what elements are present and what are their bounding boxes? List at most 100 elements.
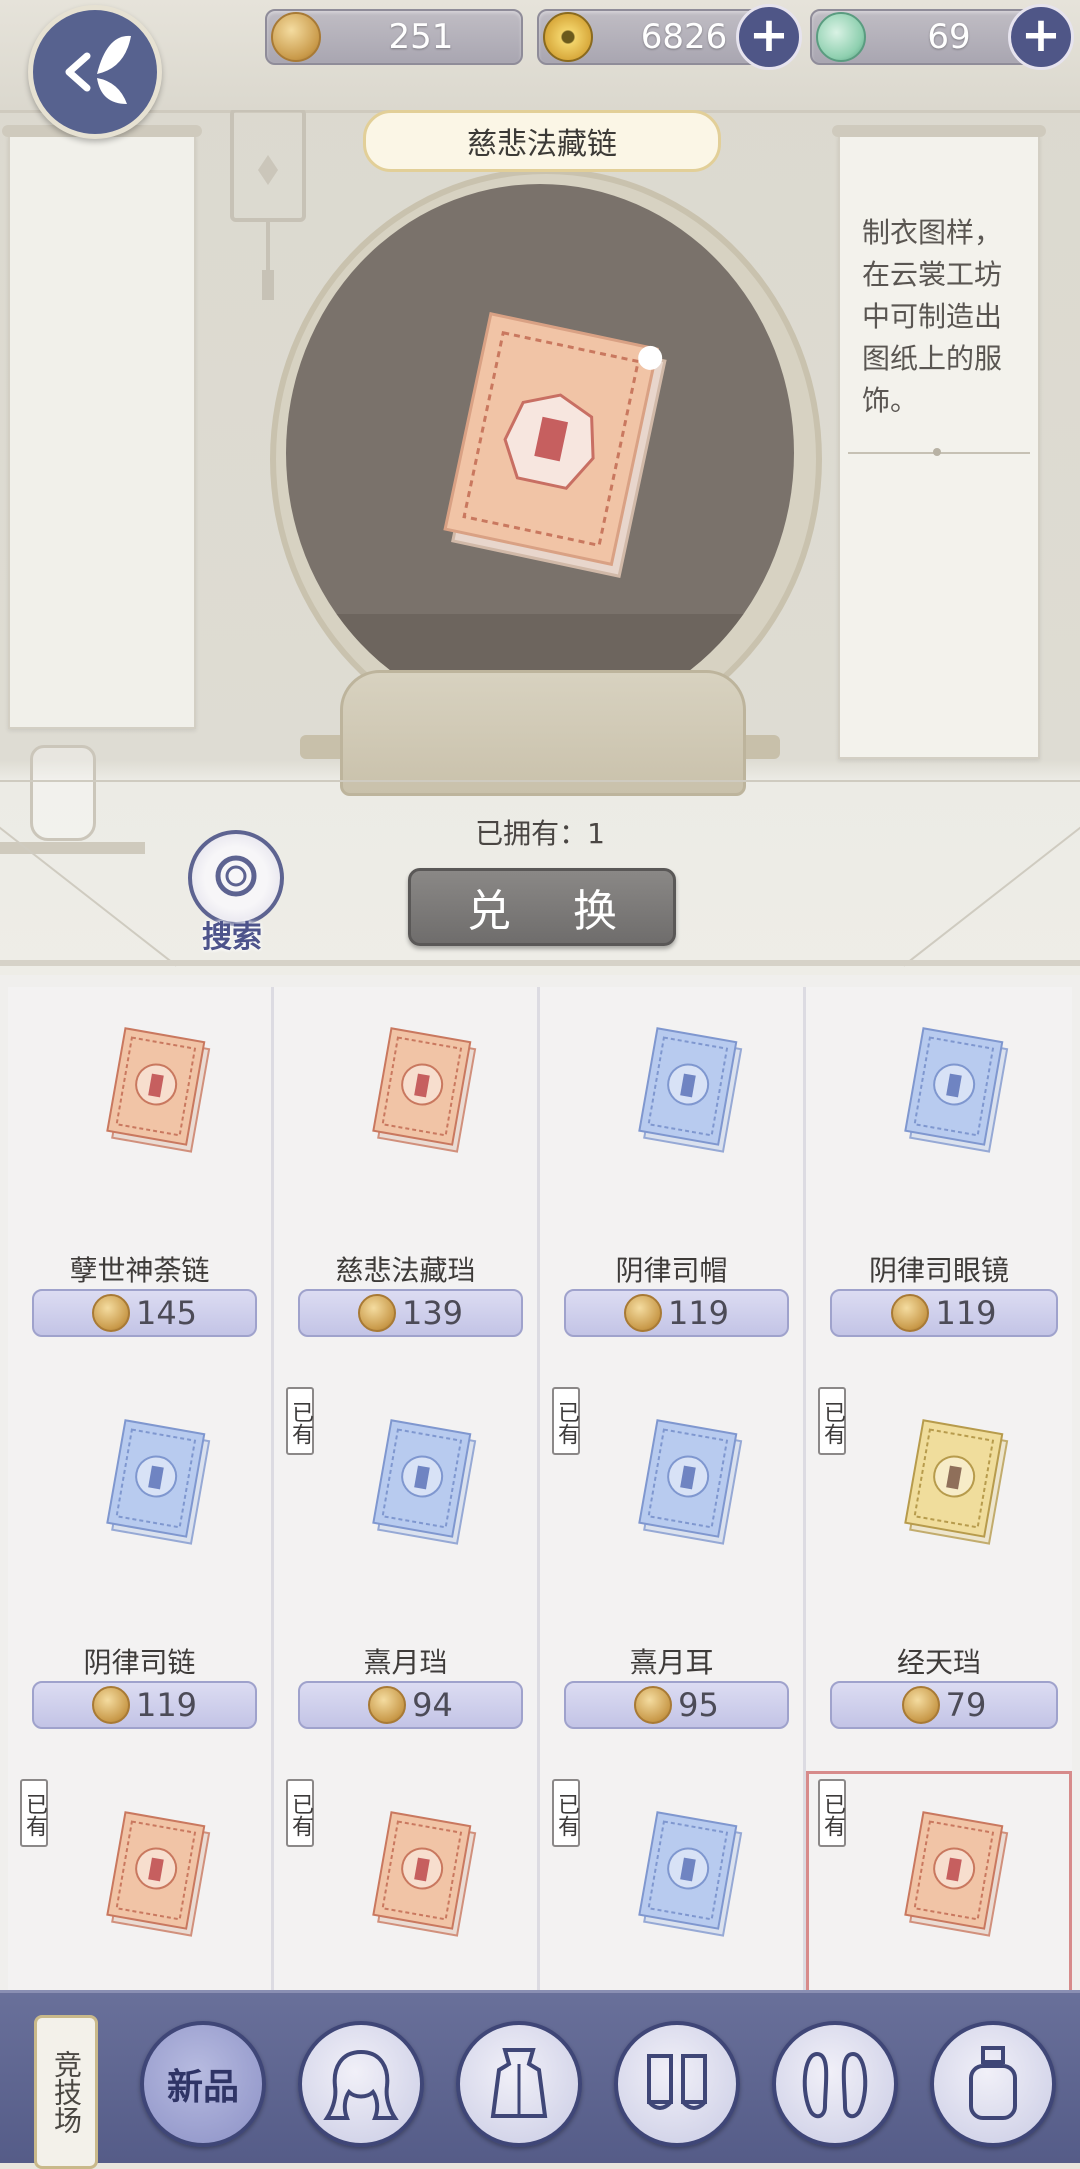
item-price: 139 [401, 1294, 464, 1332]
item-title: 慈悲法藏链 [467, 127, 617, 162]
price-bar: 119 [830, 1289, 1058, 1337]
back-butterfly-icon [65, 35, 131, 104]
left-scroll-decoration [2, 125, 202, 729]
pattern-icon [372, 1811, 477, 1937]
item-price: 94 [412, 1686, 453, 1724]
item-cell[interactable]: 阴律司眼镜 119 [806, 987, 1072, 1379]
item-cell[interactable]: 已有 熹月珰 94 [274, 1379, 540, 1771]
pattern-icon [106, 1419, 211, 1545]
price-bar: 145 [32, 1289, 257, 1337]
coin-icon [357, 1294, 396, 1332]
pattern-icon [106, 1811, 211, 1937]
pattern-icon [372, 1419, 477, 1545]
item-name: 阴律司帽 [615, 1254, 728, 1287]
owned-tag: 已有 [552, 1779, 580, 1847]
bottom-nav: 竞技场 新品 [0, 1990, 1080, 2169]
price-bar: 95 [564, 1681, 789, 1729]
item-name: 经天珰 [896, 1646, 981, 1679]
item-cell[interactable]: 已有 [540, 1771, 806, 1990]
item-price: 119 [667, 1294, 730, 1332]
item-title-plate: 慈悲法藏链 [363, 110, 721, 172]
exchange-label: 兑 换 [467, 886, 641, 937]
search-label: 搜索 [202, 920, 262, 955]
price-bar: 94 [298, 1681, 523, 1729]
item-cell[interactable]: 已有经天珰 79 [806, 1379, 1072, 1771]
item-cell[interactable]: 已有熹月耳 95 [540, 1379, 806, 1771]
nav-socks-button[interactable] [614, 2021, 740, 2147]
item-grid: 孽世神荼链 145 慈悲法藏珰 139 阴律司帽 119 阴律司眼镜 119 阴律司链 119 已有… [8, 987, 1072, 1990]
nav-cosmetics-button[interactable] [930, 2021, 1056, 2147]
arena-label: 竞技场 [50, 2050, 83, 2134]
socks-icon [647, 2054, 707, 2110]
item-price: 145 [135, 1294, 198, 1332]
jade-dragon-icon [816, 12, 866, 62]
search-button[interactable]: 搜索 [184, 830, 284, 955]
item-cell[interactable]: 慈悲法藏珰 139 [274, 987, 540, 1379]
cosmetics-icon [969, 2046, 1017, 2120]
owned-tag: 已有 [286, 1387, 314, 1455]
nav-new-label: 新品 [166, 2066, 239, 2108]
coin-icon [623, 1294, 662, 1332]
gold-value: 251 [388, 17, 454, 57]
item-grid-panel: 孽世神荼链 145 慈悲法藏珰 139 阴律司帽 119 阴律司眼镜 119 阴律司链 119 已有… [0, 975, 1080, 1990]
item-price: 119 [135, 1686, 198, 1724]
coin-icon [91, 1686, 130, 1724]
add-copper-button[interactable]: + [736, 4, 802, 70]
pattern-icon [372, 1027, 477, 1153]
shoes-icon [802, 2051, 868, 2119]
item-cell[interactable]: 已有 [806, 1771, 1072, 1990]
item-cell[interactable]: 阴律司链 119 [8, 1379, 274, 1771]
copper-coin-icon [543, 12, 593, 62]
back-button[interactable] [28, 5, 162, 139]
currency-jade: 69 [810, 9, 1034, 65]
exchange-button[interactable]: 兑 换 [408, 868, 676, 946]
pattern-icon [106, 1027, 211, 1153]
coin-icon [891, 1294, 930, 1332]
item-price: 79 [945, 1686, 987, 1724]
item-price: 95 [678, 1686, 719, 1724]
coin-icon [901, 1686, 940, 1724]
item-name: 熹月耳 [629, 1646, 714, 1679]
owned-tag: 已有 [552, 1387, 580, 1455]
owned-count: 已拥有：1 [475, 817, 605, 850]
pattern-icon [638, 1027, 743, 1153]
owned-tag: 已有 [20, 1779, 48, 1847]
item-cell[interactable]: 阴律司帽 119 [540, 987, 806, 1379]
coin-icon [634, 1686, 673, 1724]
gold-coin-icon [271, 12, 321, 62]
nav-dress-button[interactable] [456, 2021, 582, 2147]
item-cell[interactable]: 已有 [8, 1771, 274, 1990]
pattern-icon [638, 1419, 743, 1545]
owned-tag: 已有 [818, 1387, 846, 1455]
pattern-icon [904, 1027, 1009, 1153]
price-bar: 119 [32, 1681, 257, 1729]
price-bar: 139 [298, 1289, 523, 1337]
pattern-icon [904, 1419, 1009, 1545]
hanging-lantern-icon [230, 110, 306, 300]
pattern-icon [904, 1811, 1009, 1937]
pattern-icon [638, 1811, 743, 1937]
price-bar: 119 [564, 1289, 789, 1337]
nav-new-button[interactable]: 新品 [140, 2021, 266, 2147]
nav-hair-button[interactable] [298, 2021, 424, 2147]
item-description: 制衣图样，在云裳工坊中可制造出图纸上的服饰。 [862, 216, 1003, 417]
item-cell[interactable]: 孽世神荼链 145 [8, 987, 274, 1379]
nav-shoes-button[interactable] [772, 2021, 898, 2147]
price-bar: 79 [830, 1681, 1058, 1729]
owned-tag: 已有 [286, 1779, 314, 1847]
mirror-stand [340, 670, 746, 796]
coin-icon [91, 1294, 130, 1332]
add-jade-button[interactable]: + [1008, 4, 1074, 70]
owned-tag: 已有 [818, 1779, 846, 1847]
item-name: 慈悲法藏珰 [335, 1254, 476, 1287]
showcase-area: 制衣图样，在云裳工坊中可制造出图纸上的服饰。 慈悲法藏链 已拥有：1 兑 换 搜… [0, 0, 1080, 975]
item-name: 阴律司链 [83, 1646, 196, 1679]
item-price: 119 [935, 1294, 997, 1332]
dress-icon [490, 2048, 548, 2118]
item-cell[interactable]: 已有 [274, 1771, 540, 1990]
description-scroll: 制衣图样，在云裳工坊中可制造出图纸上的服饰。 [832, 125, 1046, 759]
arena-tab[interactable]: 竞技场 [34, 2015, 98, 2169]
featured-pattern-icon [443, 312, 667, 578]
coin-icon [368, 1686, 407, 1724]
hair-icon [323, 2049, 399, 2120]
